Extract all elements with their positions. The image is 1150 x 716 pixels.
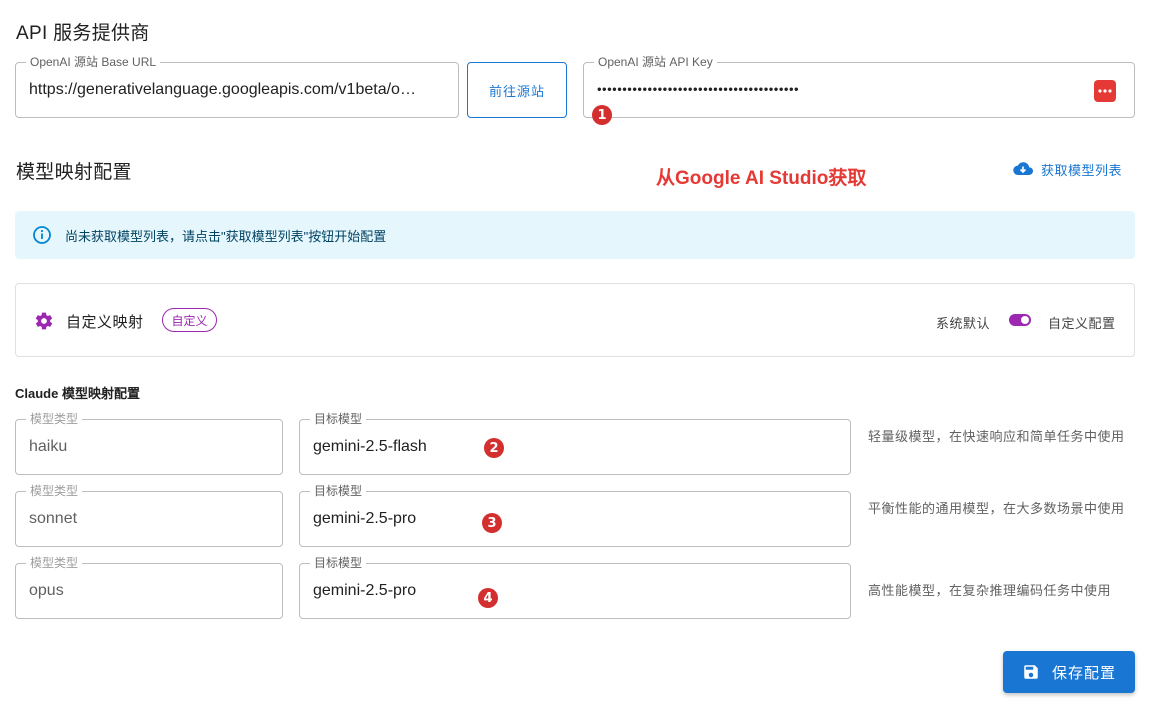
gear-icon [34, 311, 54, 331]
target-model-input[interactable]: gemini-2.5-pro [313, 510, 416, 528]
model-type-value: haiku [29, 438, 68, 455]
model-type-value: sonnet [29, 510, 78, 527]
fetch-models-button[interactable]: 获取模型列表 [1013, 158, 1122, 180]
floppy-disk-icon [1022, 663, 1040, 681]
mapping-toggle[interactable] [1009, 314, 1031, 326]
marker-4: 4 [478, 588, 498, 608]
marker-3: 3 [482, 513, 502, 533]
marker-1: 1 [592, 105, 612, 125]
api-key-input[interactable]: •••••••••••••••••••••••••••••••••••••••• [597, 82, 799, 97]
fetch-models-label: 获取模型列表 [1041, 162, 1123, 178]
mapping-title: 模型映射配置 [16, 162, 132, 183]
target-model-input[interactable]: gemini-2.5-pro [313, 582, 416, 600]
api-key-field[interactable]: OpenAI 源站 API Key ••••••••••••••••••••••… [583, 55, 1135, 118]
custom-mapping-title: 自定义映射 [66, 314, 144, 331]
target-model-field[interactable]: 目标模型 gemini-2.5-flash [299, 412, 851, 475]
target-model-field[interactable]: 目标模型 gemini-2.5-pro [299, 556, 851, 619]
model-type-field: 模型类型 haiku [15, 412, 283, 475]
system-default-label: 系统默认 [936, 316, 991, 331]
target-model-label: 目标模型 [310, 556, 367, 570]
model-type-label: 模型类型 [26, 412, 83, 426]
model-type-field: 模型类型 opus [15, 556, 283, 619]
provider-title: API 服务提供商 [16, 23, 150, 44]
marker-2: 2 [484, 438, 504, 458]
base-url-field[interactable]: OpenAI 源站 Base URL https://generativelan… [15, 55, 459, 118]
target-model-input[interactable]: gemini-2.5-flash [313, 438, 427, 456]
base-url-label: OpenAI 源站 Base URL [26, 55, 161, 69]
api-key-label: OpenAI 源站 API Key [594, 55, 717, 69]
target-model-label: 目标模型 [310, 412, 367, 426]
model-description: 平衡性能的通用模型，在大多数场景中使用 [868, 501, 1125, 516]
save-config-label: 保存配置 [1051, 664, 1116, 682]
base-url-input[interactable]: https://generativelanguage.googleapis.co… [29, 81, 418, 99]
model-type-label: 模型类型 [26, 556, 83, 570]
model-type-label: 模型类型 [26, 484, 83, 498]
info-alert: 尚未获取模型列表，请点击"获取模型列表"按钮开始配置 [15, 211, 1135, 259]
annotation-text: 从Google AI Studio获取 [656, 168, 867, 189]
model-type-value: opus [29, 582, 64, 599]
password-dots-icon[interactable] [1094, 80, 1116, 102]
model-description: 轻量级模型，在快速响应和简单任务中使用 [868, 429, 1125, 444]
go-source-button[interactable]: 前往源站 [467, 62, 567, 118]
model-type-field: 模型类型 sonnet [15, 484, 283, 547]
toggle-thumb [1021, 316, 1029, 324]
info-text: 尚未获取模型列表，请点击"获取模型列表"按钮开始配置 [65, 228, 387, 244]
info-icon [32, 225, 52, 245]
target-model-label: 目标模型 [310, 484, 367, 498]
custom-mapping-card: 自定义映射 自定义 系统默认 自定义配置 [15, 283, 1135, 357]
custom-chip: 自定义 [162, 308, 217, 332]
cloud-download-icon [1013, 161, 1033, 177]
save-config-button[interactable]: 保存配置 [1003, 651, 1135, 693]
target-model-field[interactable]: 目标模型 gemini-2.5-pro [299, 484, 851, 547]
custom-config-label: 自定义配置 [1048, 316, 1116, 331]
claude-mapping-title: Claude 模型映射配置 [15, 386, 140, 401]
model-description: 高性能模型，在复杂推理编码任务中使用 [868, 583, 1112, 598]
